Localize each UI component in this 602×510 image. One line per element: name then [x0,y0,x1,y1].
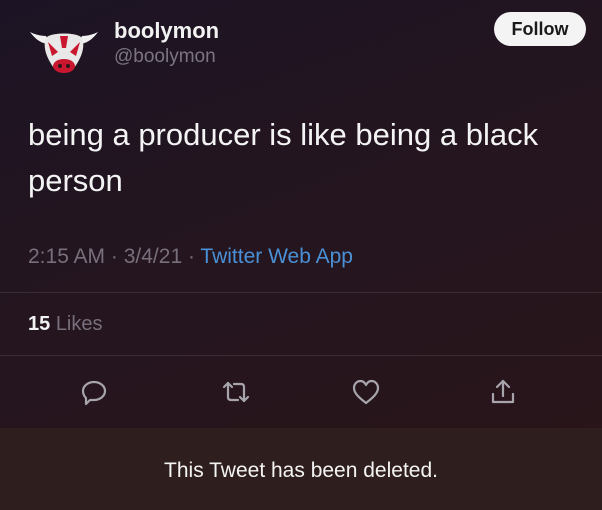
display-name[interactable]: boolymon [114,18,219,44]
retweet-button[interactable] [220,378,252,410]
likes-count[interactable]: 15 Likes [28,313,103,336]
like-button[interactable] [350,378,382,410]
likes-number: 15 [28,313,51,335]
tweet-card: boolymon @boolymon Follow being a produc… [0,0,602,428]
retweet-icon [221,378,251,411]
meta-separator-2: · [182,245,201,268]
tweet-time: 2:15 AM [28,245,106,268]
divider-bottom [0,355,602,356]
tweet-date: 3/4/21 [123,245,183,268]
meta-separator: · [105,245,124,268]
tweet-text: being a producer is like being a black p… [28,117,539,198]
share-icon [489,378,517,411]
likes-label: Likes [55,313,103,335]
share-button[interactable] [487,378,519,410]
deleted-banner: This Tweet has been deleted. [0,428,602,510]
user-handle[interactable]: @boolymon [114,46,216,68]
reply-icon [80,378,108,411]
tweet-source-link[interactable]: Twitter Web App [200,245,353,268]
heart-icon [351,378,381,411]
reply-button[interactable] [78,378,110,410]
tweet-meta: 2:15 AM · 3/4/21 · Twitter Web App [28,245,353,269]
follow-button[interactable]: Follow [494,12,586,46]
deleted-message: This Tweet has been deleted. [164,459,438,482]
divider-top [0,292,602,293]
bull-head-icon[interactable] [26,18,102,80]
